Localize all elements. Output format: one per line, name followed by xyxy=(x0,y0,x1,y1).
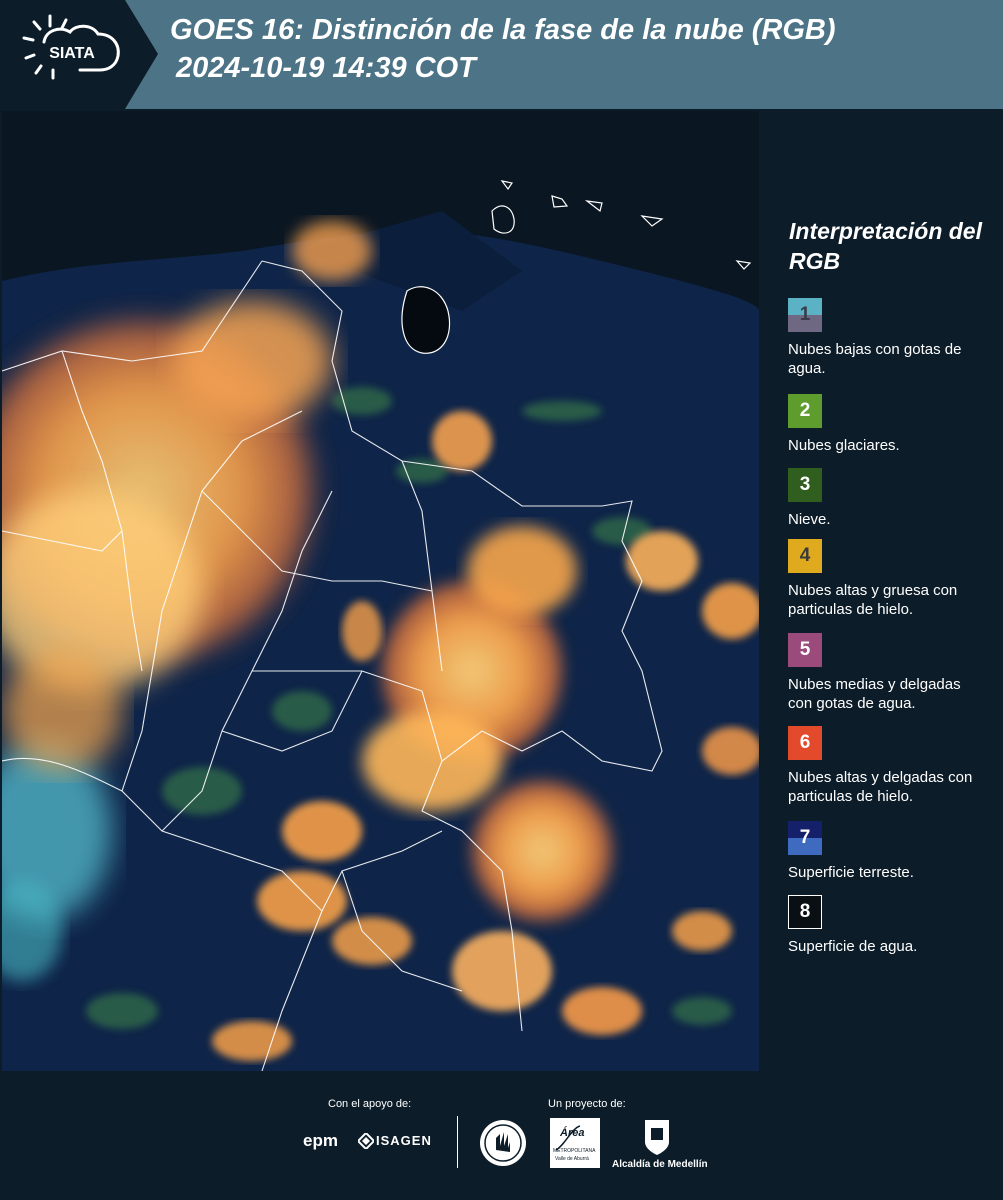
header-bar: SIATA GOES 16: Distinción de la fase de … xyxy=(0,0,1003,109)
legend-item-5: 5 Nubes medias y delgadas con gotas de a… xyxy=(788,633,988,713)
legend-label-5: Nubes medias y delgadas con gotas de agu… xyxy=(788,676,961,712)
legend-label-6: Nubes altas y delgadas con particulas de… xyxy=(788,769,973,805)
legend-number-3: 3 xyxy=(799,474,811,495)
page-timestamp: 2024-10-19 14:39 COT xyxy=(176,52,476,84)
legend-item-8: 8 Superficie de agua. xyxy=(788,895,988,956)
metropolitana-text: METROPOLITANA xyxy=(553,1148,596,1154)
valle-text: Valle de Aburrá xyxy=(555,1156,589,1162)
legend-swatch-8: 8 xyxy=(788,895,822,929)
legend-number-5: 5 xyxy=(799,639,811,660)
support-label: Con el apoyo de: xyxy=(328,1098,412,1110)
legend-item-1: 1 Nubes bajas con gotas de agua. xyxy=(788,298,988,378)
isagen-mark-icon xyxy=(358,1133,374,1149)
legend-swatch-1: 1 xyxy=(788,298,822,332)
legend-number-4: 4 xyxy=(799,545,811,566)
alcaldia-text: Alcaldía de Medellín xyxy=(612,1159,708,1170)
legend-label-1: Nubes bajas con gotas de agua. xyxy=(788,341,962,377)
legend-item-3: 3 Nieve. xyxy=(788,468,988,529)
legend-number-6: 6 xyxy=(799,732,811,753)
legend-swatch-3: 3 xyxy=(788,468,822,502)
legend-number-7: 7 xyxy=(799,827,811,848)
satellite-map xyxy=(2,111,759,1071)
logo-text: SIATA xyxy=(49,45,95,62)
legend-item-2: 2 Nubes glaciares. xyxy=(788,394,988,455)
footer: Con el apoyo de: Un proyecto de: epm ISA… xyxy=(0,1071,1003,1200)
project-label: Un proyecto de: xyxy=(548,1098,626,1110)
legend-label-2: Nubes glaciares. xyxy=(788,437,900,454)
medellin-shield-icon xyxy=(645,1120,669,1155)
legend-swatch-4: 4 xyxy=(788,539,822,573)
legend-item-4: 4 Nubes altas y gruesa con particulas de… xyxy=(788,539,988,619)
legend-swatch-6: 6 xyxy=(788,726,822,760)
legend-number-1: 1 xyxy=(799,304,811,325)
legend-label-8: Superficie de agua. xyxy=(788,938,918,955)
satellite-image xyxy=(2,111,759,1071)
isagen-logo: ISAGEN xyxy=(376,1133,432,1148)
legend-label-3: Nieve. xyxy=(788,511,831,528)
siata-logo: SIATA xyxy=(0,0,158,109)
epm-logo: epm xyxy=(303,1131,338,1150)
area-text: Área xyxy=(560,1127,585,1139)
legend-title: Interpretación del RGB xyxy=(789,218,982,274)
legend-label-4: Nubes altas y gruesa con particulas de h… xyxy=(788,582,958,618)
legend-item-7: 7 Superficie terreste. xyxy=(788,821,988,882)
legend-swatch-2: 2 xyxy=(788,394,822,428)
page-title: GOES 16: Distinción de la fase de la nub… xyxy=(170,14,836,46)
legend-label-7: Superficie terreste. xyxy=(788,864,914,881)
legend-swatch-7: 7 xyxy=(788,821,822,855)
legend-swatch-5: 5 xyxy=(788,633,822,667)
footer-divider xyxy=(457,1116,458,1168)
legend-number-2: 2 xyxy=(799,400,811,421)
legend-panel: Interpretación del RGB 1 Nubes bajas con… xyxy=(760,111,1003,1071)
seal-logo-icon xyxy=(480,1120,526,1166)
legend-item-6: 6 Nubes altas y delgadas con particulas … xyxy=(788,726,988,806)
legend-number-8: 8 xyxy=(799,901,811,922)
